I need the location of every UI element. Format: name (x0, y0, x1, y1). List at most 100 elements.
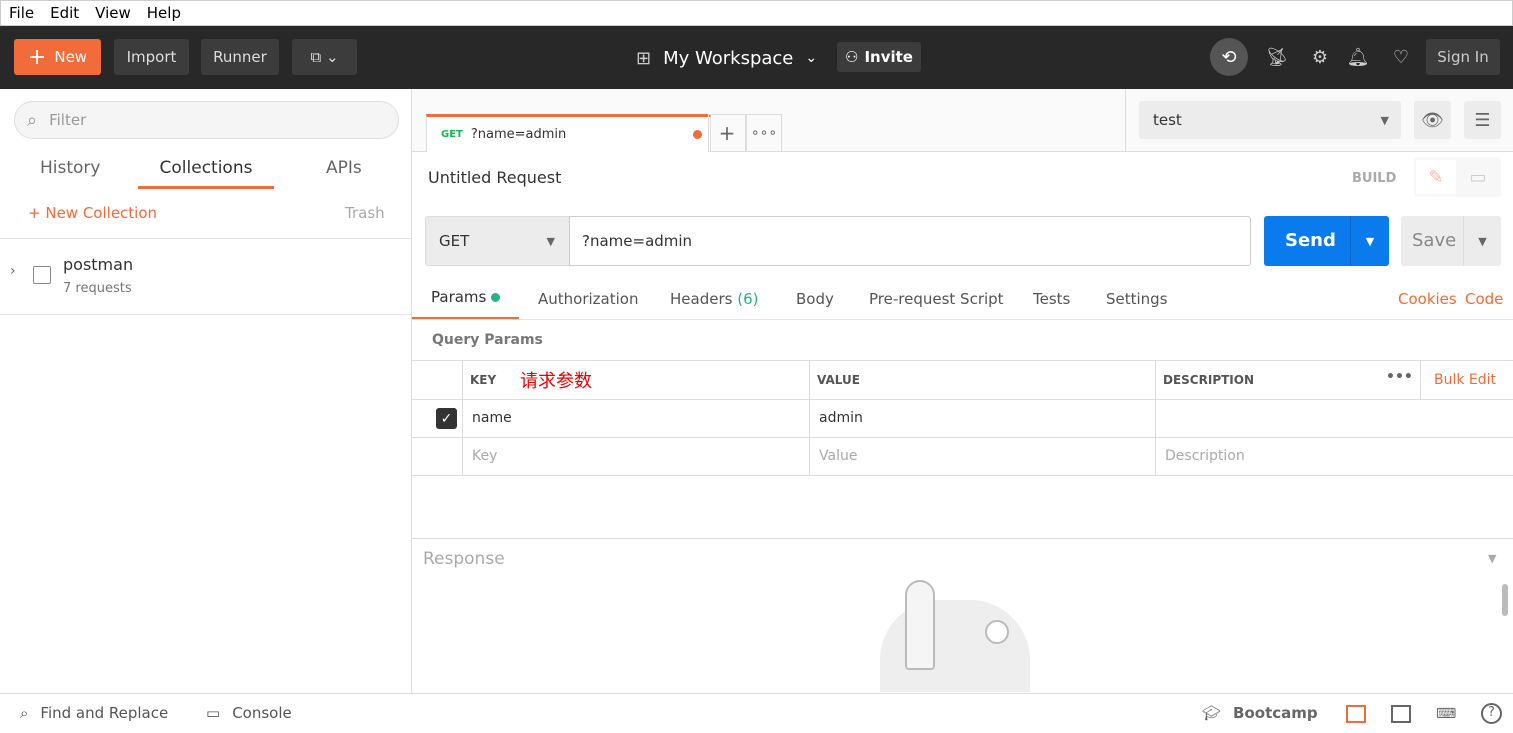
divider (412, 319, 1513, 320)
tab-authorization[interactable]: Authorization (538, 290, 638, 308)
caret-down-icon: ▼ (546, 234, 555, 248)
tab-body[interactable]: Body (796, 290, 834, 308)
tab-history[interactable]: History (40, 158, 100, 178)
tab-params[interactable]: Params (412, 288, 519, 320)
plus-icon: + (28, 204, 46, 222)
method-select[interactable]: GET ▼ (425, 216, 570, 266)
comment-icon[interactable]: ▭ (1458, 160, 1498, 194)
menu-edit[interactable]: Edit (50, 4, 79, 22)
import-button[interactable]: Import (114, 39, 189, 75)
satellite-icon[interactable]: 📡︎ (1264, 44, 1290, 70)
pencil-icon[interactable]: ✎ (1416, 160, 1456, 194)
bell-icon[interactable]: 🔔︎ (1345, 44, 1371, 70)
caret-down-icon[interactable]: ▼ (1463, 216, 1501, 266)
unsaved-dot-icon (693, 130, 702, 139)
graduation-cap-icon: 🎓︎ (1202, 704, 1222, 722)
window-icon: ⧉ ⌄ (310, 48, 339, 66)
add-user-icon: ⚇ (845, 48, 859, 66)
param-key[interactable]: name (464, 399, 512, 437)
chevron-right-icon[interactable]: › (10, 263, 16, 279)
terminal-icon: ▭ (206, 704, 221, 722)
tab-headers[interactable]: Headers (6) (670, 290, 758, 308)
collapse-icon[interactable]: ▼ (1488, 552, 1496, 565)
tab-tests[interactable]: Tests (1033, 290, 1070, 308)
folder-icon (33, 266, 51, 284)
request-tabs-bar: GET ?name=admin + ∘∘∘ test ▼ 👁︎ ☰ (412, 89, 1513, 152)
collection-item[interactable]: › postman 7 requests (0, 239, 411, 315)
columns-icon[interactable] (1391, 705, 1411, 723)
tab-apis[interactable]: APIs (326, 158, 362, 178)
param-checkbox[interactable]: ✓ (436, 408, 457, 429)
param-value[interactable]: admin (811, 399, 863, 437)
collection-name: postman (63, 255, 134, 274)
search-icon: ⌕ (27, 109, 38, 131)
menu-help[interactable]: Help (147, 4, 181, 22)
invite-button[interactable]: ⚇ Invite (837, 42, 921, 72)
divider (412, 538, 1513, 539)
request-tab[interactable]: GET ?name=admin (426, 114, 711, 152)
menu-bar: File Edit View Help (0, 0, 1513, 26)
find-replace-button[interactable]: ⌕ Find and Replace (20, 704, 168, 722)
caret-down-icon: ▼ (1380, 113, 1389, 127)
collection-count: 7 requests (63, 281, 132, 296)
environment-select[interactable]: test ▼ (1139, 101, 1401, 139)
more-tabs-button[interactable]: ∘∘∘ (746, 114, 782, 152)
gear-icon[interactable]: ⚙ (1307, 44, 1333, 70)
scrollbar[interactable] (1502, 584, 1508, 616)
params-table: KEY 请求参数 VALUE DESCRIPTION ••• Bulk Edit… (412, 360, 1513, 476)
chevron-down-icon: ⌄ (805, 50, 818, 66)
new-description-input[interactable]: Description (1157, 437, 1245, 475)
cookies-link[interactable]: Cookies (1398, 290, 1457, 308)
two-pane-icon[interactable] (1346, 705, 1366, 723)
plus-icon: + (27, 44, 47, 70)
sync-icon[interactable]: ⟲ (1210, 38, 1248, 76)
top-bar: + New Import Runner ⧉ ⌄ ⊞ My Workspace ⌄ ⚇ I… (0, 26, 1513, 89)
filter-input[interactable]: ⌕ Filter (14, 101, 399, 139)
description-header: DESCRIPTION (1163, 373, 1255, 387)
workspace-selector[interactable]: ⊞ My Workspace ⌄ (636, 44, 817, 72)
sliders-icon[interactable]: ☰ (1464, 101, 1501, 139)
more-options-icon[interactable]: ••• (1386, 369, 1413, 385)
grid-icon: ⊞ (636, 47, 652, 69)
new-value-input[interactable]: Value (811, 437, 857, 475)
new-window-button[interactable]: ⧉ ⌄ (292, 39, 357, 75)
code-link[interactable]: Code (1465, 290, 1503, 308)
annotation: 请求参数 (520, 371, 592, 392)
new-button[interactable]: + New (14, 39, 101, 75)
new-key-input[interactable]: Key (464, 437, 497, 475)
menu-view[interactable]: View (95, 4, 131, 22)
caret-down-icon[interactable]: ▼ (1350, 216, 1389, 266)
url-input[interactable]: ?name=admin (569, 216, 1251, 266)
tab-settings[interactable]: Settings (1106, 290, 1168, 308)
menu-file[interactable]: File (9, 4, 34, 22)
status-bar: ⌕ Find and Replace ▭ Console 🎓︎ Bootcamp ⌨ … (0, 693, 1513, 733)
new-collection-button[interactable]: + New Collection (28, 204, 157, 222)
bootcamp-button[interactable]: 🎓︎ Bootcamp (1202, 704, 1318, 722)
keyboard-icon[interactable]: ⌨ (1436, 706, 1456, 722)
bulk-edit-link[interactable]: Bulk Edit (1434, 372, 1496, 388)
active-dot-icon (491, 293, 501, 302)
divider (1125, 89, 1126, 152)
help-icon[interactable]: ? (1481, 703, 1502, 724)
save-button[interactable]: Save ▼ (1401, 216, 1501, 266)
request-title: Untitled Request (428, 168, 562, 187)
value-header: VALUE (817, 373, 860, 387)
heart-icon[interactable]: ♡ (1388, 44, 1414, 70)
tab-pre-request-script[interactable]: Pre-request Script (869, 290, 1004, 308)
mode-toggle[interactable]: ✎ ▭ (1414, 157, 1501, 197)
search-icon: ⌕ (20, 704, 29, 722)
add-tab-button[interactable]: + (708, 114, 746, 152)
build-label: BUILD (1352, 171, 1397, 186)
sign-in-button[interactable]: Sign In (1426, 39, 1500, 75)
console-button[interactable]: ▭ Console (206, 704, 292, 722)
tab-collections[interactable]: Collections (138, 158, 274, 189)
query-params-title: Query Params (432, 332, 543, 348)
trash-button[interactable]: Trash (345, 204, 385, 222)
response-title: Response (423, 549, 505, 569)
key-header: KEY (470, 373, 497, 387)
send-button[interactable]: Send ▼ (1264, 216, 1389, 266)
runner-button[interactable]: Runner (201, 39, 279, 75)
eye-icon[interactable]: 👁︎ (1414, 101, 1451, 139)
sidebar: ⌕ Filter History Collections APIs + New C… (0, 89, 412, 693)
rocket-illustration (880, 580, 1030, 692)
